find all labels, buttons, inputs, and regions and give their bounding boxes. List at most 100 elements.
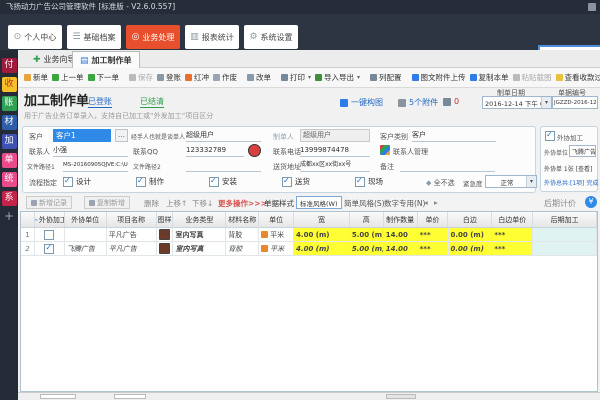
qq-field[interactable]: 123332789 — [186, 144, 244, 157]
quick-compose-button[interactable]: 一键构图 — [340, 97, 383, 108]
outsource-checkbox[interactable] — [545, 131, 555, 141]
height-cell[interactable]: 5.00 (m) — [350, 242, 384, 255]
material-cell[interactable]: 背胶 — [226, 228, 259, 241]
sample-cell[interactable] — [157, 242, 174, 255]
flow-option-2[interactable]: 安装 — [209, 176, 282, 187]
white-edge-price-cell[interactable]: *** — [492, 242, 533, 255]
material-cell[interactable]: 背胶 — [226, 242, 259, 255]
toolbar-button-13[interactable]: 粘贴截图 — [513, 72, 552, 83]
toolbar-button-12[interactable]: 复制本单 — [470, 72, 509, 83]
column-header-2[interactable]: 项目名称 — [107, 212, 157, 227]
nav-tab-system-settings[interactable]: ⚙系统设置 — [244, 25, 298, 49]
row-outsource-checkbox[interactable] — [44, 244, 54, 254]
qq-icon[interactable] — [248, 144, 261, 157]
move-down-button[interactable]: 下移↓ — [192, 198, 213, 209]
column-header-5[interactable]: 材料名称 — [226, 212, 259, 227]
toolbar-button-6[interactable]: 作废 — [213, 72, 237, 83]
row-number[interactable]: 2 — [21, 242, 35, 255]
select-none-button[interactable]: ◆ 全不选 — [426, 178, 455, 188]
quantity-cell[interactable]: 14.00 — [384, 242, 418, 255]
column-header-6[interactable]: 单位 — [259, 212, 294, 227]
column-header-12[interactable]: 白边单价 — [492, 212, 533, 227]
phone-field[interactable]: 13999874478 — [300, 144, 370, 157]
column-header-9[interactable]: 制作数量 — [384, 212, 418, 227]
file-path1-field[interactable]: MS-20160905QJVE:C:\Users — [63, 159, 128, 172]
toolbar-button-3[interactable]: 保存 — [129, 72, 153, 83]
nav-tab-business-processing[interactable]: ◎业务处理 — [126, 25, 180, 49]
delete-button[interactable]: 删除 — [144, 198, 159, 209]
width-cell[interactable]: 4.00 (m) — [294, 242, 350, 255]
business-type-cell[interactable]: 室内写真 — [173, 242, 226, 255]
column-header-10[interactable]: 单价 — [418, 212, 449, 227]
outsource-cell[interactable] — [35, 242, 65, 255]
style-numeric-button[interactable]: 数字专用(N) — [384, 198, 425, 209]
order-date-combo[interactable]: 2016-12-14 下午 6:2 — [482, 96, 552, 109]
unit-price-cell[interactable]: *** — [418, 228, 449, 241]
tab-processing-order[interactable]: ▤加工制作单 — [72, 51, 140, 69]
outsource-unit-cell[interactable] — [65, 228, 107, 241]
chevron-down-icon[interactable] — [526, 176, 536, 187]
order-number-field[interactable]: JGZZD-2016-12-14-002 — [552, 96, 598, 109]
toolbar-button-5[interactable]: 红冲 — [185, 72, 209, 83]
handler-field[interactable]: 超级用户 — [186, 129, 261, 142]
toolbar-button-9[interactable]: 导入导出 — [315, 72, 360, 83]
outsource-unit-cell[interactable]: 飞腾广告 — [65, 242, 107, 255]
flow-option-4[interactable]: 现场 — [355, 176, 428, 187]
sidebar-item-5[interactable]: 单 — [2, 153, 17, 168]
urgency-combo[interactable]: 正常 — [485, 175, 537, 188]
project-name-cell[interactable]: 平凡广告 — [107, 242, 157, 255]
white-edge-cell[interactable]: 0.00 (m) — [449, 242, 493, 255]
customer-field[interactable]: 客户1 — [53, 129, 111, 142]
column-header-3[interactable]: 图样 — [157, 212, 174, 227]
column-header-13[interactable]: 后期加工 — [533, 212, 597, 227]
sidebar-item-6[interactable]: 统 — [2, 172, 17, 187]
row-outsource-checkbox[interactable] — [44, 230, 54, 240]
column-header-0[interactable]: ←外协加工 — [35, 212, 65, 227]
sidebar-item-0[interactable]: 付 — [2, 58, 17, 73]
project-name-cell[interactable]: 平凡广告 — [107, 228, 157, 241]
sidebar-item-4[interactable]: 加 — [2, 134, 17, 149]
chevron-down-icon[interactable] — [541, 97, 551, 108]
outsource-order-line[interactable]: 外协单 1张 [查看] — [544, 164, 592, 173]
sidebar-item-3[interactable]: 材 — [2, 115, 17, 130]
post-process-cell[interactable] — [533, 228, 597, 241]
contact-field[interactable]: 小强 — [53, 144, 128, 157]
width-cell[interactable]: 4.00 (m) — [294, 228, 350, 241]
post-process-cell[interactable] — [533, 242, 597, 255]
quantity-cell[interactable]: 14.00 — [384, 228, 418, 241]
toolbar-button-10[interactable]: 列配置 — [370, 72, 402, 83]
sidebar-item-1[interactable]: 收 — [2, 77, 17, 92]
white-edge-cell[interactable]: 0.00 (m) — [449, 228, 493, 241]
style-standard-button[interactable]: 标准风格(W) — [296, 196, 342, 209]
toolbar-button-1[interactable]: 上一单 — [52, 72, 84, 83]
copy-add-button[interactable]: 复制新增 — [84, 196, 130, 209]
post-pricing-link[interactable]: 后期计价 — [544, 198, 576, 209]
print-count-button[interactable]: 0 — [443, 97, 459, 106]
flow-option-3[interactable]: 送货 — [282, 176, 355, 187]
move-up-button[interactable]: 上移↑ — [166, 198, 187, 209]
height-cell[interactable]: 5.00 (m) — [350, 228, 384, 241]
file-path2-field[interactable] — [186, 159, 261, 172]
nav-tab-basic-archives[interactable]: ☰基础档案 — [67, 25, 121, 49]
unit-cell[interactable]: 平米 — [259, 228, 294, 241]
row-number[interactable]: 1 — [21, 228, 35, 241]
unit-price-cell[interactable]: *** — [418, 242, 449, 255]
outsource-unit-combo[interactable]: 飞腾广告 — [569, 145, 596, 157]
nav-tab-report-statistics[interactable]: ▥报表统计 — [185, 25, 239, 49]
post-pricing-icon[interactable]: ¥ — [585, 196, 597, 208]
add-record-button[interactable]: 新增记录 — [26, 196, 72, 209]
window-control-icon[interactable] — [588, 3, 596, 11]
scroll-left-icon[interactable]: ◂ — [424, 198, 428, 207]
column-header-8[interactable]: 高 — [350, 212, 384, 227]
sidebar-item-7[interactable]: 系 — [2, 191, 17, 206]
table-row[interactable]: 2飞腾广告平凡广告室内写真背胶平米4.00 (m)5.00 (m)14.00**… — [21, 242, 597, 256]
sample-cell[interactable] — [157, 228, 174, 241]
nav-tab-personal-center[interactable]: ⊙个人中心 — [8, 25, 62, 49]
business-type-cell[interactable]: 室内写真 — [173, 228, 226, 241]
toolbar-button-8[interactable]: 打印 — [281, 72, 311, 83]
style-simple-button[interactable]: 简单风格(S) — [344, 198, 385, 209]
scroll-right-icon[interactable]: ▸ — [434, 198, 438, 207]
row-number-header[interactable] — [21, 212, 35, 227]
toolbar-button-11[interactable]: 图文附件上传 — [412, 72, 466, 83]
sidebar-item-2[interactable]: 账 — [2, 96, 17, 111]
